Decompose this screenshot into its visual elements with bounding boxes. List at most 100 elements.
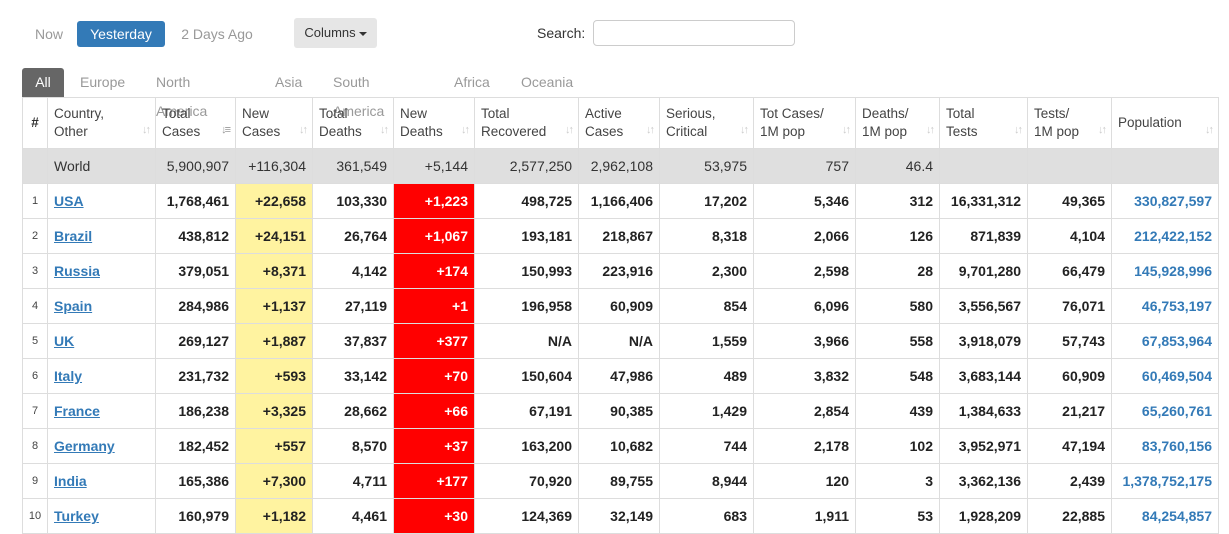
header-label: Deaths/ bbox=[862, 106, 909, 121]
total-recovered-cell: 193,181 bbox=[474, 218, 579, 254]
column-header-new-cases[interactable]: New Cases ↓↑ bbox=[235, 97, 313, 149]
header-label: Cases bbox=[242, 124, 281, 139]
active-cases-cell: 89,755 bbox=[578, 463, 660, 499]
column-header-rank[interactable]: # bbox=[22, 97, 48, 149]
population-cell: 1,378,752,175 bbox=[1111, 463, 1219, 499]
country-cell: Spain bbox=[47, 288, 156, 324]
rank-cell: 6 bbox=[22, 358, 48, 394]
new-cases-cell: +8,371 bbox=[235, 253, 313, 289]
deaths-per-million-cell: 580 bbox=[855, 288, 940, 324]
country-cell: Russia bbox=[47, 253, 156, 289]
header-label: New bbox=[400, 106, 428, 121]
total-deaths-cell: 33,142 bbox=[312, 358, 394, 394]
rank-cell bbox=[22, 148, 48, 184]
population-cell: 145,928,996 bbox=[1111, 253, 1219, 289]
country-link[interactable]: Turkey bbox=[54, 508, 99, 524]
table-row: 6 Italy 231,732 +593 33,142 +70 150,604 47,986 4… bbox=[22, 358, 1219, 394]
sort-icon: ↓↑ bbox=[1014, 124, 1023, 136]
tab-asia[interactable]: Asia bbox=[275, 68, 302, 97]
country-link[interactable]: USA bbox=[54, 193, 84, 209]
column-header-country[interactable]: Country, Other ↓↑ bbox=[47, 97, 156, 149]
search-label: Search: bbox=[537, 25, 586, 41]
total-recovered-cell: 150,993 bbox=[474, 253, 579, 289]
deaths-per-million-cell: 439 bbox=[855, 393, 940, 429]
column-header-deaths-per-million[interactable]: Deaths/1M pop ↓↑ bbox=[855, 97, 940, 149]
now-button[interactable]: Now bbox=[34, 21, 64, 47]
sort-icon: ↓↑ bbox=[740, 124, 749, 136]
total-cases-cell: 182,452 bbox=[155, 428, 236, 464]
header-label: Tests bbox=[946, 124, 978, 139]
serious-critical-cell: 1,559 bbox=[659, 323, 754, 359]
total-deaths-cell: 4,142 bbox=[312, 253, 394, 289]
tab-south-america[interactable]: South America bbox=[333, 68, 384, 119]
active-cases-cell: 2,962,108 bbox=[578, 148, 660, 184]
country-link[interactable]: Italy bbox=[54, 368, 82, 384]
country-cell: USA bbox=[47, 183, 156, 219]
total-deaths-cell: 361,549 bbox=[312, 148, 394, 184]
country-link[interactable]: Spain bbox=[54, 298, 92, 314]
new-deaths-cell: +177 bbox=[393, 463, 475, 499]
header-label: Serious, bbox=[666, 106, 716, 121]
rank-cell: 3 bbox=[22, 253, 48, 289]
new-cases-cell: +1,137 bbox=[235, 288, 313, 324]
header-row: # Country, Other ↓↑ Total Cases ↓≡ New Cases ↓↑ To… bbox=[22, 97, 1219, 149]
column-header-cases-per-million[interactable]: Tot Cases/1M pop ↓↑ bbox=[753, 97, 856, 149]
tab-oceania[interactable]: Oceania bbox=[521, 68, 573, 97]
new-cases-cell: +557 bbox=[235, 428, 313, 464]
column-header-active-cases[interactable]: Active Cases ↓↑ bbox=[578, 97, 660, 149]
header-label: # bbox=[31, 115, 39, 130]
country-link[interactable]: Germany bbox=[54, 438, 115, 454]
header-label: Total bbox=[162, 106, 191, 121]
table-row: 7 France 186,238 +3,325 28,662 +66 67,191 90,38… bbox=[22, 393, 1219, 429]
column-header-total-deaths[interactable]: Total Deaths ↓↑ bbox=[312, 97, 394, 149]
total-cases-cell: 1,768,461 bbox=[155, 183, 236, 219]
rank-cell: 7 bbox=[22, 393, 48, 429]
total-cases-cell: 186,238 bbox=[155, 393, 236, 429]
cases-per-million-cell: 2,178 bbox=[753, 428, 856, 464]
header-label: Total bbox=[481, 106, 510, 121]
serious-critical-cell: 8,318 bbox=[659, 218, 754, 254]
column-header-total-tests[interactable]: Total Tests ↓↑ bbox=[939, 97, 1028, 149]
table-row: 1 USA 1,768,461 +22,658 103,330 +1,223 498,725… bbox=[22, 183, 1219, 219]
column-header-total-cases[interactable]: Total Cases ↓≡ bbox=[155, 97, 236, 149]
population-cell: 330,827,597 bbox=[1111, 183, 1219, 219]
tests-per-million-cell: 21,217 bbox=[1027, 393, 1112, 429]
new-deaths-cell: +377 bbox=[393, 323, 475, 359]
tab-all[interactable]: All bbox=[22, 68, 64, 97]
header-label: Other bbox=[54, 124, 88, 139]
yesterday-button[interactable]: Yesterday bbox=[77, 21, 165, 47]
country-link[interactable]: France bbox=[54, 403, 100, 419]
total-tests-cell: 3,683,144 bbox=[939, 358, 1028, 394]
header-label: Recovered bbox=[481, 124, 547, 139]
active-cases-cell: N/A bbox=[578, 323, 660, 359]
country-link[interactable]: Brazil bbox=[54, 228, 92, 244]
tab-europe[interactable]: Europe bbox=[80, 68, 125, 97]
column-header-serious-critical[interactable]: Serious, Critical ↓↑ bbox=[659, 97, 754, 149]
covid-stats-table: # Country, Other ↓↑ Total Cases ↓≡ New Cases ↓↑ To… bbox=[22, 97, 1219, 534]
new-cases-cell: +593 bbox=[235, 358, 313, 394]
search-input[interactable] bbox=[593, 20, 795, 46]
total-deaths-cell: 8,570 bbox=[312, 428, 394, 464]
column-header-tests-per-million[interactable]: Tests/1M pop ↓↑ bbox=[1027, 97, 1112, 149]
table-row: 9 India 165,386 +7,300 4,711 +177 70,920 89,755… bbox=[22, 463, 1219, 499]
population-cell bbox=[1111, 148, 1219, 184]
country-link[interactable]: UK bbox=[54, 333, 74, 349]
column-header-new-deaths[interactable]: New Deaths ↓↑ bbox=[393, 97, 475, 149]
total-deaths-cell: 28,662 bbox=[312, 393, 394, 429]
sort-icon: ↓↑ bbox=[646, 124, 655, 136]
country-link[interactable]: Russia bbox=[54, 263, 100, 279]
column-header-population[interactable]: Population ↓↑ bbox=[1111, 97, 1219, 149]
table-row: 8 Germany 182,452 +557 8,570 +37 163,200 10,682… bbox=[22, 428, 1219, 464]
columns-dropdown-button[interactable]: Columns bbox=[294, 18, 377, 48]
two-days-ago-button[interactable]: 2 Days Ago bbox=[177, 21, 257, 47]
total-recovered-cell: 124,369 bbox=[474, 498, 579, 534]
tab-africa[interactable]: Africa bbox=[454, 68, 490, 97]
table-row: 10 Turkey 160,979 +1,182 4,461 +30 124,369 32,1… bbox=[22, 498, 1219, 534]
country-cell: Turkey bbox=[47, 498, 156, 534]
deaths-per-million-cell: 28 bbox=[855, 253, 940, 289]
tab-north-america[interactable]: North America bbox=[156, 68, 207, 119]
column-header-total-recovered[interactable]: Total Recovered ↓↑ bbox=[474, 97, 579, 149]
country-link[interactable]: India bbox=[54, 473, 87, 489]
new-cases-cell: +3,325 bbox=[235, 393, 313, 429]
header-label: Cases bbox=[162, 124, 201, 139]
